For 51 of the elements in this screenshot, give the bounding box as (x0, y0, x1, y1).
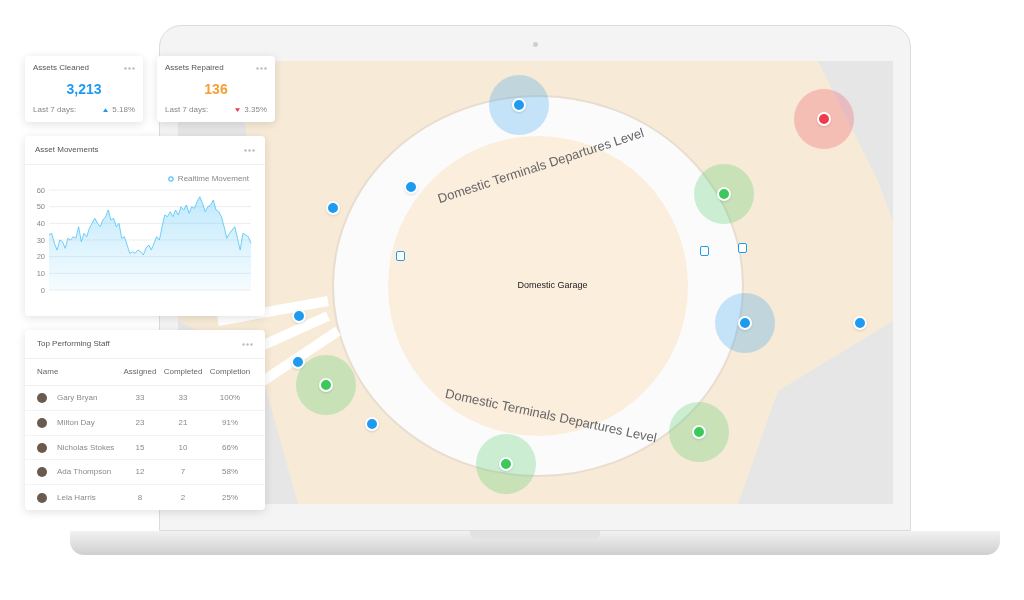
map-label: Domestic Terminals Departures Level (442, 384, 658, 448)
table-cell-text: 66% (221, 441, 239, 454)
table-cell-text: 25% (221, 491, 239, 504)
stat-value: 136 (204, 79, 228, 99)
card-title: Top Performing Staff (37, 338, 110, 350)
staff-name: Lela Harris (57, 491, 96, 504)
table-cell-text: 10 (177, 441, 189, 454)
table-cell-text: 21 (177, 416, 189, 429)
staff-name: Gary Bryan (57, 392, 98, 404)
card-title: Assets Cleaned (33, 62, 90, 74)
avatar (37, 467, 47, 478)
more-icon[interactable] (244, 148, 255, 152)
avatar (37, 492, 47, 503)
period-label: Last 7 days: (33, 104, 77, 116)
column-header: Completion (208, 366, 252, 379)
legend-label: Realtime Movement (177, 173, 249, 185)
more-icon[interactable] (124, 66, 135, 70)
table-cell-text: 12 (134, 466, 146, 479)
staff-name: Nicholas Stokes (57, 441, 115, 454)
table-cell-text: 2 (179, 491, 187, 504)
bus-stop-icon (395, 251, 405, 261)
table-cell-text: 8 (136, 491, 144, 504)
legend-marker-icon (167, 176, 174, 182)
column-header: Name (37, 366, 60, 379)
change-value: 3.35% (244, 104, 267, 116)
bus-stop-icon (699, 246, 709, 256)
bus-stop-icon (737, 243, 747, 253)
camera-icon (532, 42, 538, 47)
table-cell-text: 23 (134, 416, 146, 429)
table-cell-text: 15 (134, 441, 146, 454)
stat-value: 3,213 (66, 79, 102, 99)
map-label: Domestic Garage (517, 279, 588, 292)
table-cell-text: 58% (221, 466, 239, 479)
card-title: Asset Movements (35, 144, 99, 156)
avatar (37, 442, 47, 453)
period-label: Last 7 days: (165, 104, 209, 116)
staff-name: Milton Day (57, 416, 95, 429)
table-cell-text: 91% (221, 416, 239, 429)
column-header: Completed (162, 366, 204, 379)
table-cell-text: 33 (134, 392, 146, 404)
avatar (37, 417, 47, 428)
column-header: Assigned (122, 366, 158, 379)
staff-name: Ada Thompson (57, 466, 112, 479)
card-title: Assets Repaired (165, 62, 224, 74)
table-cell-text: 7 (179, 466, 187, 479)
more-icon[interactable] (256, 66, 267, 70)
change-value: 5.18% (112, 104, 135, 116)
table-cell-text: 100% (218, 392, 242, 404)
table-cell-text: 33 (177, 392, 189, 404)
more-icon[interactable] (242, 342, 253, 346)
avatar (37, 393, 47, 403)
